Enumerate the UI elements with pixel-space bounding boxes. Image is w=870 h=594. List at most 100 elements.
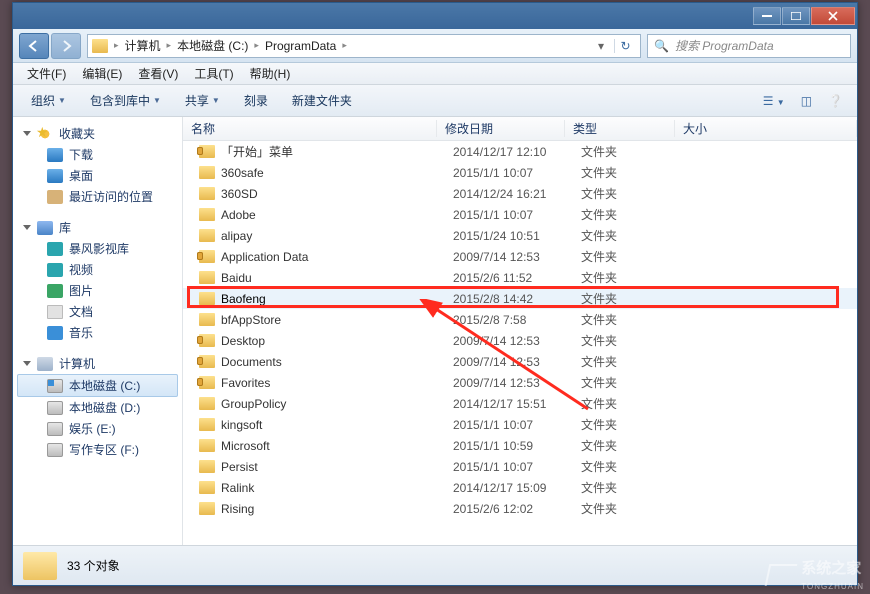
file-type: 文件夹 <box>573 290 683 307</box>
table-row[interactable]: bfAppStore2015/2/8 7:58文件夹 <box>183 309 857 330</box>
sidebar-item-drive-d[interactable]: 本地磁盘 (D:) <box>17 397 178 418</box>
table-row[interactable]: Application Data2009/7/14 12:53文件夹 <box>183 246 857 267</box>
refresh-icon[interactable]: ↻ <box>614 39 636 53</box>
chevron-right-icon[interactable]: ▸ <box>114 40 119 51</box>
file-type: 文件夹 <box>573 332 683 349</box>
file-type: 文件夹 <box>573 206 683 223</box>
sidebar-item-music[interactable]: 音乐 <box>17 322 178 343</box>
table-row[interactable]: Persist2015/1/1 10:07文件夹 <box>183 456 857 477</box>
folder-icon <box>199 166 215 179</box>
chevron-right-icon[interactable]: ▸ <box>342 40 347 51</box>
close-button[interactable] <box>811 7 855 25</box>
breadcrumb-drive[interactable]: 本地磁盘 (C:) <box>177 37 248 54</box>
folder-icon <box>199 397 215 410</box>
menu-help[interactable]: 帮助(H) <box>242 63 299 84</box>
breadcrumb-folder[interactable]: ProgramData <box>265 39 336 53</box>
table-row[interactable]: 360safe2015/1/1 10:07文件夹 <box>183 162 857 183</box>
column-type[interactable]: 类型 <box>565 120 675 137</box>
share-button[interactable]: 共享▼ <box>175 89 230 112</box>
table-row[interactable]: Baidu2015/2/6 11:52文件夹 <box>183 267 857 288</box>
folder-icon <box>199 418 215 431</box>
burn-button[interactable]: 刻录 <box>234 89 278 112</box>
table-row[interactable]: kingsoft2015/1/1 10:07文件夹 <box>183 414 857 435</box>
table-row[interactable]: Documents2009/7/14 12:53文件夹 <box>183 351 857 372</box>
sidebar-libraries[interactable]: 库 <box>17 217 178 238</box>
file-date: 2015/1/1 10:07 <box>445 460 573 474</box>
sidebar-item-drive-c[interactable]: 本地磁盘 (C:) <box>17 374 178 397</box>
file-type: 文件夹 <box>573 248 683 265</box>
file-date: 2009/7/14 12:53 <box>445 355 573 369</box>
folder-icon <box>199 250 215 263</box>
new-folder-button[interactable]: 新建文件夹 <box>282 89 362 112</box>
minimize-button[interactable] <box>753 7 781 25</box>
sidebar-item-pictures[interactable]: 图片 <box>17 280 178 301</box>
folder-icon <box>199 292 215 305</box>
breadcrumb-computer[interactable]: 计算机 <box>125 37 161 54</box>
menu-view[interactable]: 查看(V) <box>130 63 186 84</box>
sidebar-item-drive-e[interactable]: 娱乐 (E:) <box>17 418 178 439</box>
file-name: Baidu <box>221 271 252 285</box>
table-row[interactable]: Ralink2014/12/17 15:09文件夹 <box>183 477 857 498</box>
file-type: 文件夹 <box>573 395 683 412</box>
file-name: Baofeng <box>221 292 266 306</box>
table-row[interactable]: Desktop2009/7/14 12:53文件夹 <box>183 330 857 351</box>
file-type: 文件夹 <box>573 500 683 517</box>
titlebar[interactable] <box>13 3 857 29</box>
picture-icon <box>47 284 63 298</box>
help-icon[interactable]: ❔ <box>822 94 849 108</box>
sidebar-favorites[interactable]: 收藏夹 <box>17 123 178 144</box>
sidebar-item-drive-f[interactable]: 写作专区 (F:) <box>17 439 178 460</box>
table-row[interactable]: 「开始」菜单2014/12/17 12:10文件夹 <box>183 141 857 162</box>
file-date: 2015/2/8 7:58 <box>445 313 573 327</box>
sidebar-item-downloads[interactable]: 下载 <box>17 144 178 165</box>
table-row[interactable]: alipay2015/1/24 10:51文件夹 <box>183 225 857 246</box>
sidebar-item-desktop[interactable]: 桌面 <box>17 165 178 186</box>
file-date: 2015/2/8 14:42 <box>445 292 573 306</box>
forward-button[interactable] <box>51 33 81 59</box>
file-date: 2009/7/14 12:53 <box>445 250 573 264</box>
address-dropdown-icon[interactable]: ▾ <box>594 39 608 53</box>
organize-button[interactable]: 组织▼ <box>21 89 76 112</box>
file-type: 文件夹 <box>573 164 683 181</box>
table-row[interactable]: Baofeng 2015/2/8 14:42文件夹 <box>183 288 857 309</box>
column-size[interactable]: 大小 <box>675 120 857 137</box>
drive-icon <box>47 422 63 436</box>
menu-tools[interactable]: 工具(T) <box>186 63 241 84</box>
preview-pane-icon[interactable]: ◫ <box>795 94 818 108</box>
file-name: GroupPolicy <box>221 397 286 411</box>
table-row[interactable]: Adobe2015/1/1 10:07文件夹 <box>183 204 857 225</box>
file-type: 文件夹 <box>573 143 683 160</box>
menu-edit[interactable]: 编辑(E) <box>74 63 130 84</box>
include-library-button[interactable]: 包含到库中▼ <box>80 89 171 112</box>
maximize-button[interactable] <box>782 7 810 25</box>
table-row[interactable]: GroupPolicy2014/12/17 15:51文件夹 <box>183 393 857 414</box>
chevron-right-icon[interactable]: ▸ <box>254 40 259 51</box>
table-row[interactable]: 360SD2014/12/24 16:21文件夹 <box>183 183 857 204</box>
folder-icon <box>199 208 215 221</box>
sidebar-item-recent[interactable]: 最近访问的位置 <box>17 186 178 207</box>
sidebar-item-baofeng-lib[interactable]: 暴风影视库 <box>17 238 178 259</box>
address-box[interactable]: ▸ 计算机 ▸ 本地磁盘 (C:) ▸ ProgramData ▸ ▾ ↻ <box>87 34 641 58</box>
back-button[interactable] <box>19 33 49 59</box>
column-date[interactable]: 修改日期 <box>437 120 565 137</box>
desktop-icon <box>47 169 63 183</box>
sidebar-item-videos[interactable]: 视频 <box>17 259 178 280</box>
menu-file[interactable]: 文件(F) <box>19 63 74 84</box>
search-box[interactable]: 🔍 搜索 ProgramData <box>647 34 851 58</box>
table-row[interactable]: Rising2015/2/6 12:02文件夹 <box>183 498 857 519</box>
drive-icon <box>47 401 63 415</box>
chevron-right-icon[interactable]: ▸ <box>167 40 172 51</box>
file-date: 2015/2/6 11:52 <box>445 271 573 285</box>
file-list: 「开始」菜单2014/12/17 12:10文件夹360safe2015/1/1… <box>183 141 857 545</box>
file-name: 360SD <box>221 187 258 201</box>
file-name: Ralink <box>221 481 254 495</box>
file-date: 2009/7/14 12:53 <box>445 376 573 390</box>
menubar: 文件(F) 编辑(E) 查看(V) 工具(T) 帮助(H) <box>13 63 857 85</box>
column-name[interactable]: 名称 <box>183 120 437 137</box>
table-row[interactable]: Microsoft2015/1/1 10:59文件夹 <box>183 435 857 456</box>
view-options-icon[interactable]: ☰ ▼ <box>757 94 791 108</box>
table-row[interactable]: Favorites2009/7/14 12:53文件夹 <box>183 372 857 393</box>
sidebar-computer[interactable]: 计算机 <box>17 353 178 374</box>
sidebar-item-documents[interactable]: 文档 <box>17 301 178 322</box>
document-icon <box>47 305 63 319</box>
